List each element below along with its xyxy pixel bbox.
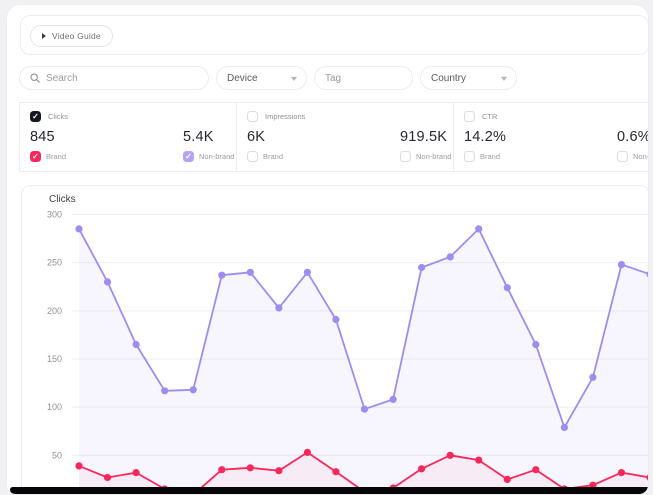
metric-nonbrand-value: 0.6% [617, 129, 649, 145]
non-brand-point[interactable] [504, 284, 511, 291]
non-brand-toggle: ✓ Non-brand [183, 151, 234, 162]
brand-checkbox[interactable] [247, 151, 258, 162]
non-brand-toggle: Non-brand [617, 151, 649, 162]
non-brand-point[interactable] [161, 387, 168, 394]
dashboard-card: Video Guide Search Device ▾ Tag Country … [6, 4, 649, 495]
metrics-row: ✓Clicks8455.4K✓Brand✓Non-brandImpression… [19, 102, 649, 172]
metric-name: Clicks [48, 112, 68, 121]
non-brand-point[interactable] [618, 261, 625, 268]
brand-point[interactable] [618, 469, 625, 476]
video-guide-label: Video Guide [52, 31, 101, 41]
brand-point[interactable] [418, 465, 425, 472]
search-input[interactable]: Search [19, 66, 209, 90]
brand-checkbox[interactable] [464, 151, 475, 162]
non-brand-area [79, 229, 649, 495]
brand-point[interactable] [75, 462, 82, 469]
non-brand-point[interactable] [104, 278, 111, 285]
metric-nonbrand-value: 919.5K [400, 129, 447, 145]
search-icon [30, 73, 40, 83]
metric-brand-value: 845 [30, 129, 183, 145]
brand-point[interactable] [247, 464, 254, 471]
brand-point[interactable] [504, 476, 511, 483]
brand-point[interactable] [447, 452, 454, 459]
y-axis-tick: 200 [47, 306, 62, 316]
clicks-chart-svg[interactable]: 300 250 200 150 100 50 [22, 186, 649, 495]
brand-checkbox[interactable]: ✓ [30, 151, 41, 162]
non-brand-label: Non-brand [633, 152, 649, 161]
brand-point[interactable] [532, 466, 539, 473]
device-select[interactable]: Device ▾ [216, 66, 307, 90]
non-brand-point[interactable] [561, 424, 568, 431]
y-axis-tick: 100 [47, 402, 62, 412]
brand-label: Brand [46, 152, 66, 161]
non-brand-point[interactable] [190, 386, 197, 393]
non-brand-point[interactable] [218, 272, 225, 279]
y-axis-tick: 250 [47, 258, 62, 268]
bottom-black-bar [10, 487, 649, 494]
metric-header: ✓ Clicks [30, 111, 226, 122]
metric-brand-value: 6K [247, 129, 400, 145]
non-brand-point[interactable] [390, 396, 397, 403]
brand-point[interactable] [275, 467, 282, 474]
non-brand-point[interactable] [418, 264, 425, 271]
brand-toggle: ✓ Brand [30, 151, 183, 162]
non-brand-point[interactable] [247, 269, 254, 276]
non-brand-checkbox[interactable] [400, 151, 411, 162]
device-select-label: Device [227, 73, 258, 84]
metric-nonbrand-value: 5.4K [183, 129, 226, 145]
non-brand-point[interactable] [475, 225, 482, 232]
brand-label: Brand [263, 152, 283, 161]
y-axis-tick: 150 [47, 354, 62, 364]
clicks-chart-card: Clicks 30025020015010050 [21, 185, 649, 495]
metric-brand-value: 14.2% [464, 129, 617, 145]
chevron-down-icon: ▾ [501, 74, 507, 83]
non-brand-point[interactable] [275, 304, 282, 311]
metric-card-impressions: Impressions 6K919.5K Brand Non-brand [237, 103, 454, 171]
brand-point[interactable] [475, 457, 482, 464]
brand-point[interactable] [218, 466, 225, 473]
metric-card-clicks: ✓ Clicks 8455.4K ✓ Brand ✓ Non-brand [20, 103, 237, 171]
metric-checkbox-clicks[interactable]: ✓ [30, 111, 41, 122]
non-brand-point[interactable] [304, 269, 311, 276]
brand-point[interactable] [133, 469, 140, 476]
tag-input[interactable]: Tag [314, 66, 413, 90]
chevron-down-icon: ▾ [291, 74, 297, 83]
brand-toggle: Brand [247, 151, 400, 162]
metric-header: CTR [464, 111, 649, 122]
country-select-label: Country [431, 73, 466, 84]
metric-card-ctr: CTR 14.2%0.6% Brand Non-brand [454, 103, 649, 171]
non-brand-toggle: Non-brand [400, 151, 451, 162]
play-icon [42, 33, 46, 39]
non-brand-point[interactable] [589, 374, 596, 381]
country-select[interactable]: Country ▾ [420, 66, 517, 90]
brand-point[interactable] [332, 468, 339, 475]
tag-placeholder: Tag [325, 73, 341, 84]
metric-name: Impressions [265, 112, 305, 121]
non-brand-point[interactable] [332, 316, 339, 323]
metric-name: CTR [482, 112, 497, 121]
filter-row: Search Device ▾ Tag Country ▾ [19, 66, 517, 90]
non-brand-point[interactable] [133, 341, 140, 348]
non-brand-point[interactable] [75, 225, 82, 232]
search-placeholder: Search [46, 73, 78, 84]
non-brand-checkbox[interactable] [617, 151, 628, 162]
non-brand-point[interactable] [361, 406, 368, 413]
metric-checkbox-ctr[interactable] [464, 111, 475, 122]
metric-header: Impressions [247, 111, 443, 122]
non-brand-label: Non-brand [199, 152, 234, 161]
video-guide-button[interactable]: Video Guide [30, 25, 113, 47]
top-bar [20, 15, 649, 55]
y-axis-tick: 300 [47, 210, 62, 220]
non-brand-point[interactable] [532, 341, 539, 348]
brand-point[interactable] [304, 449, 311, 456]
non-brand-label: Non-brand [416, 152, 451, 161]
metric-checkbox-impressions[interactable] [247, 111, 258, 122]
brand-toggle: Brand [464, 151, 617, 162]
non-brand-point[interactable] [447, 253, 454, 260]
y-axis-tick: 50 [52, 450, 62, 460]
brand-label: Brand [480, 152, 500, 161]
non-brand-checkbox[interactable]: ✓ [183, 151, 194, 162]
brand-point[interactable] [104, 474, 111, 481]
